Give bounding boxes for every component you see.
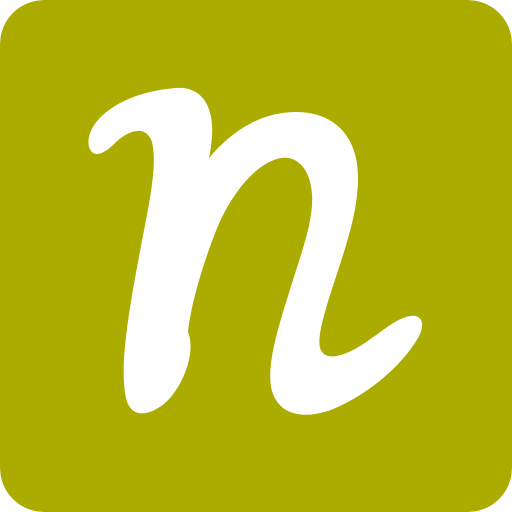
app-logo-tile <box>0 0 512 512</box>
n-logo-icon <box>0 0 512 512</box>
logo-background <box>0 0 512 512</box>
